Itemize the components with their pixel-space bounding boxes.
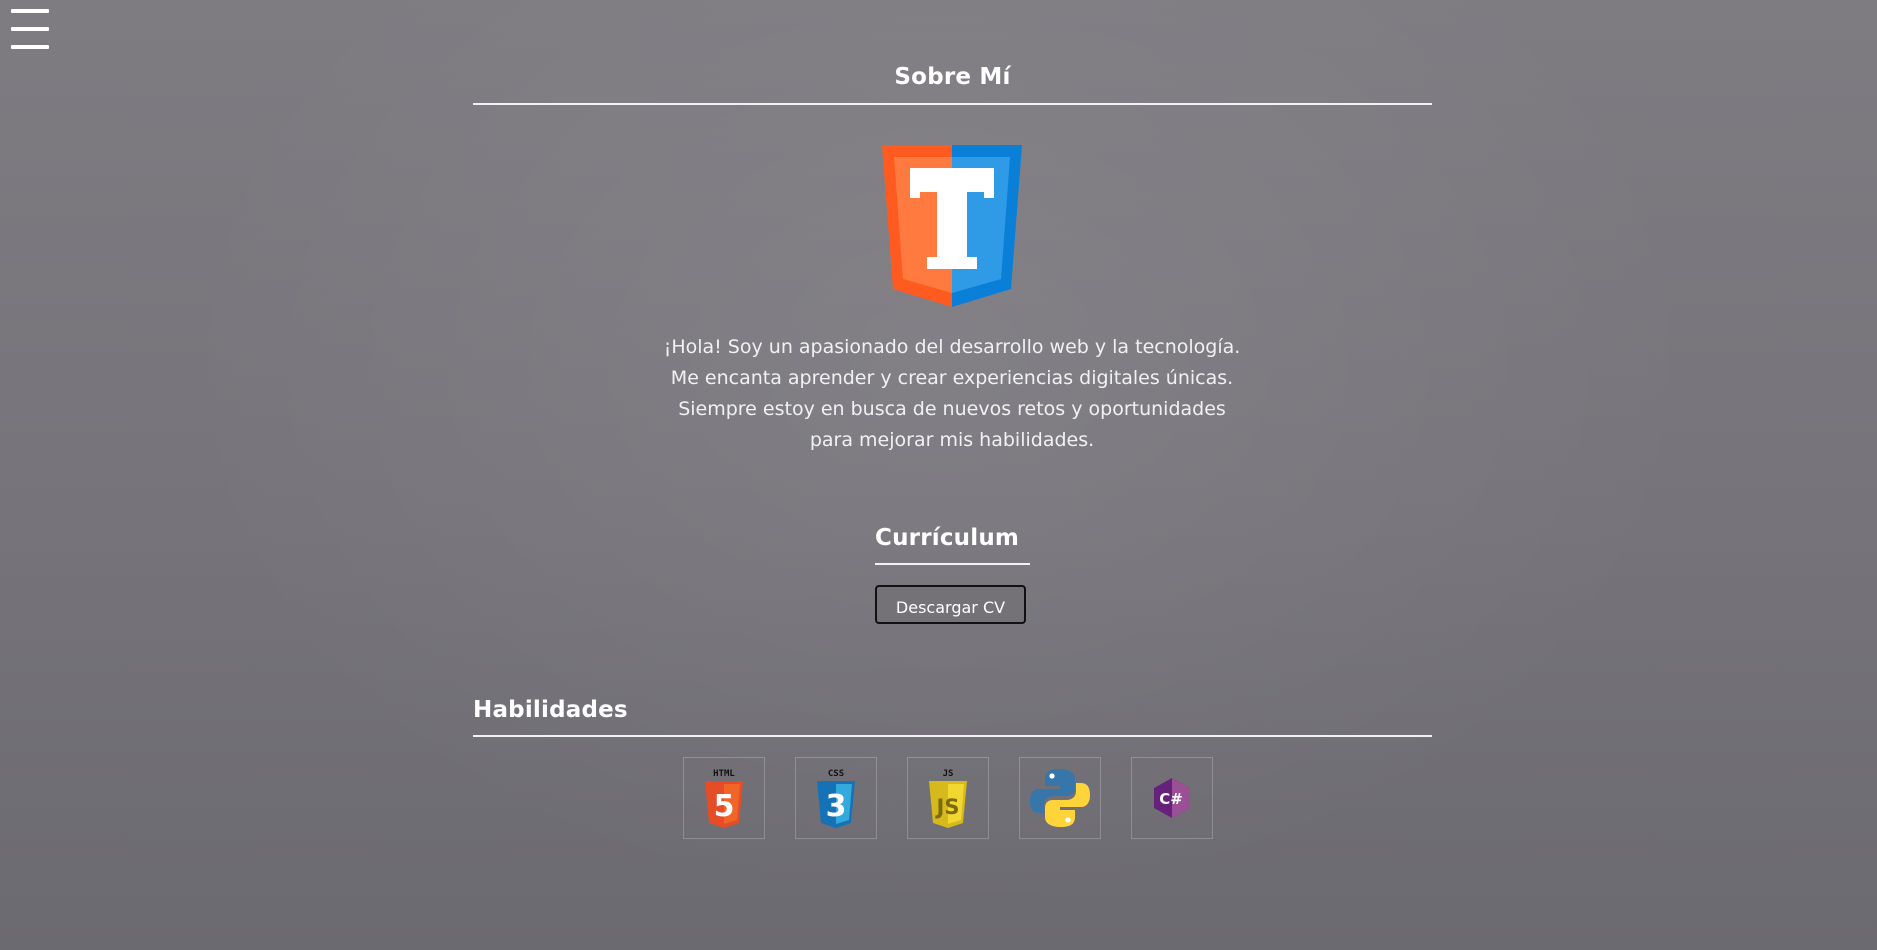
- intro-line: Me encanta aprender y crear experiencias…: [670, 367, 1234, 389]
- skill-glyph: JS: [935, 795, 960, 819]
- about-divider: [473, 103, 1432, 105]
- intro-line: ¡Hola! Soy un apasionado del desarrollo …: [663, 336, 1241, 358]
- intro-text: ¡Hola! Soy un apasionado del desarrollo …: [560, 332, 1344, 456]
- csharp-icon: C#: [1154, 778, 1190, 818]
- javascript-icon: JS JS: [929, 769, 967, 828]
- intro-line: Siempre estoy en busca de nuevos retos y…: [678, 398, 1226, 420]
- skills-divider: [473, 735, 1432, 737]
- skill-python[interactable]: [1019, 757, 1101, 839]
- skills-heading: Habilidades: [473, 697, 628, 723]
- skill-csharp[interactable]: C#: [1131, 757, 1213, 839]
- skill-js[interactable]: JS JS: [907, 757, 989, 839]
- cv-heading: Currículum: [875, 525, 1020, 551]
- hamburger-menu-icon[interactable]: [11, 9, 49, 51]
- skill-label: CSS: [828, 769, 844, 779]
- skill-glyph: 5: [714, 789, 735, 824]
- skill-glyph: C#: [1159, 790, 1183, 808]
- t-shield-logo: T: [882, 145, 1022, 307]
- skill-label: HTML: [713, 769, 735, 779]
- download-cv-button[interactable]: Descargar CV: [875, 585, 1026, 624]
- menu-bar: [11, 9, 49, 13]
- html5-icon: HTML 5: [705, 769, 743, 828]
- skill-html[interactable]: HTML 5: [683, 757, 765, 839]
- skill-glyph: 3: [826, 789, 847, 824]
- menu-bar: [11, 45, 49, 49]
- skills-list: HTML 5 CSS 3 JS JS C#: [683, 757, 1213, 839]
- menu-bar: [11, 27, 49, 31]
- cv-divider: [875, 563, 1030, 565]
- about-heading: Sobre Mí: [894, 64, 1011, 90]
- python-icon: [1030, 769, 1090, 827]
- skill-css[interactable]: CSS 3: [795, 757, 877, 839]
- intro-line: para mejorar mis habilidades.: [809, 429, 1095, 451]
- skill-label: JS: [943, 769, 954, 779]
- css3-icon: CSS 3: [817, 769, 855, 828]
